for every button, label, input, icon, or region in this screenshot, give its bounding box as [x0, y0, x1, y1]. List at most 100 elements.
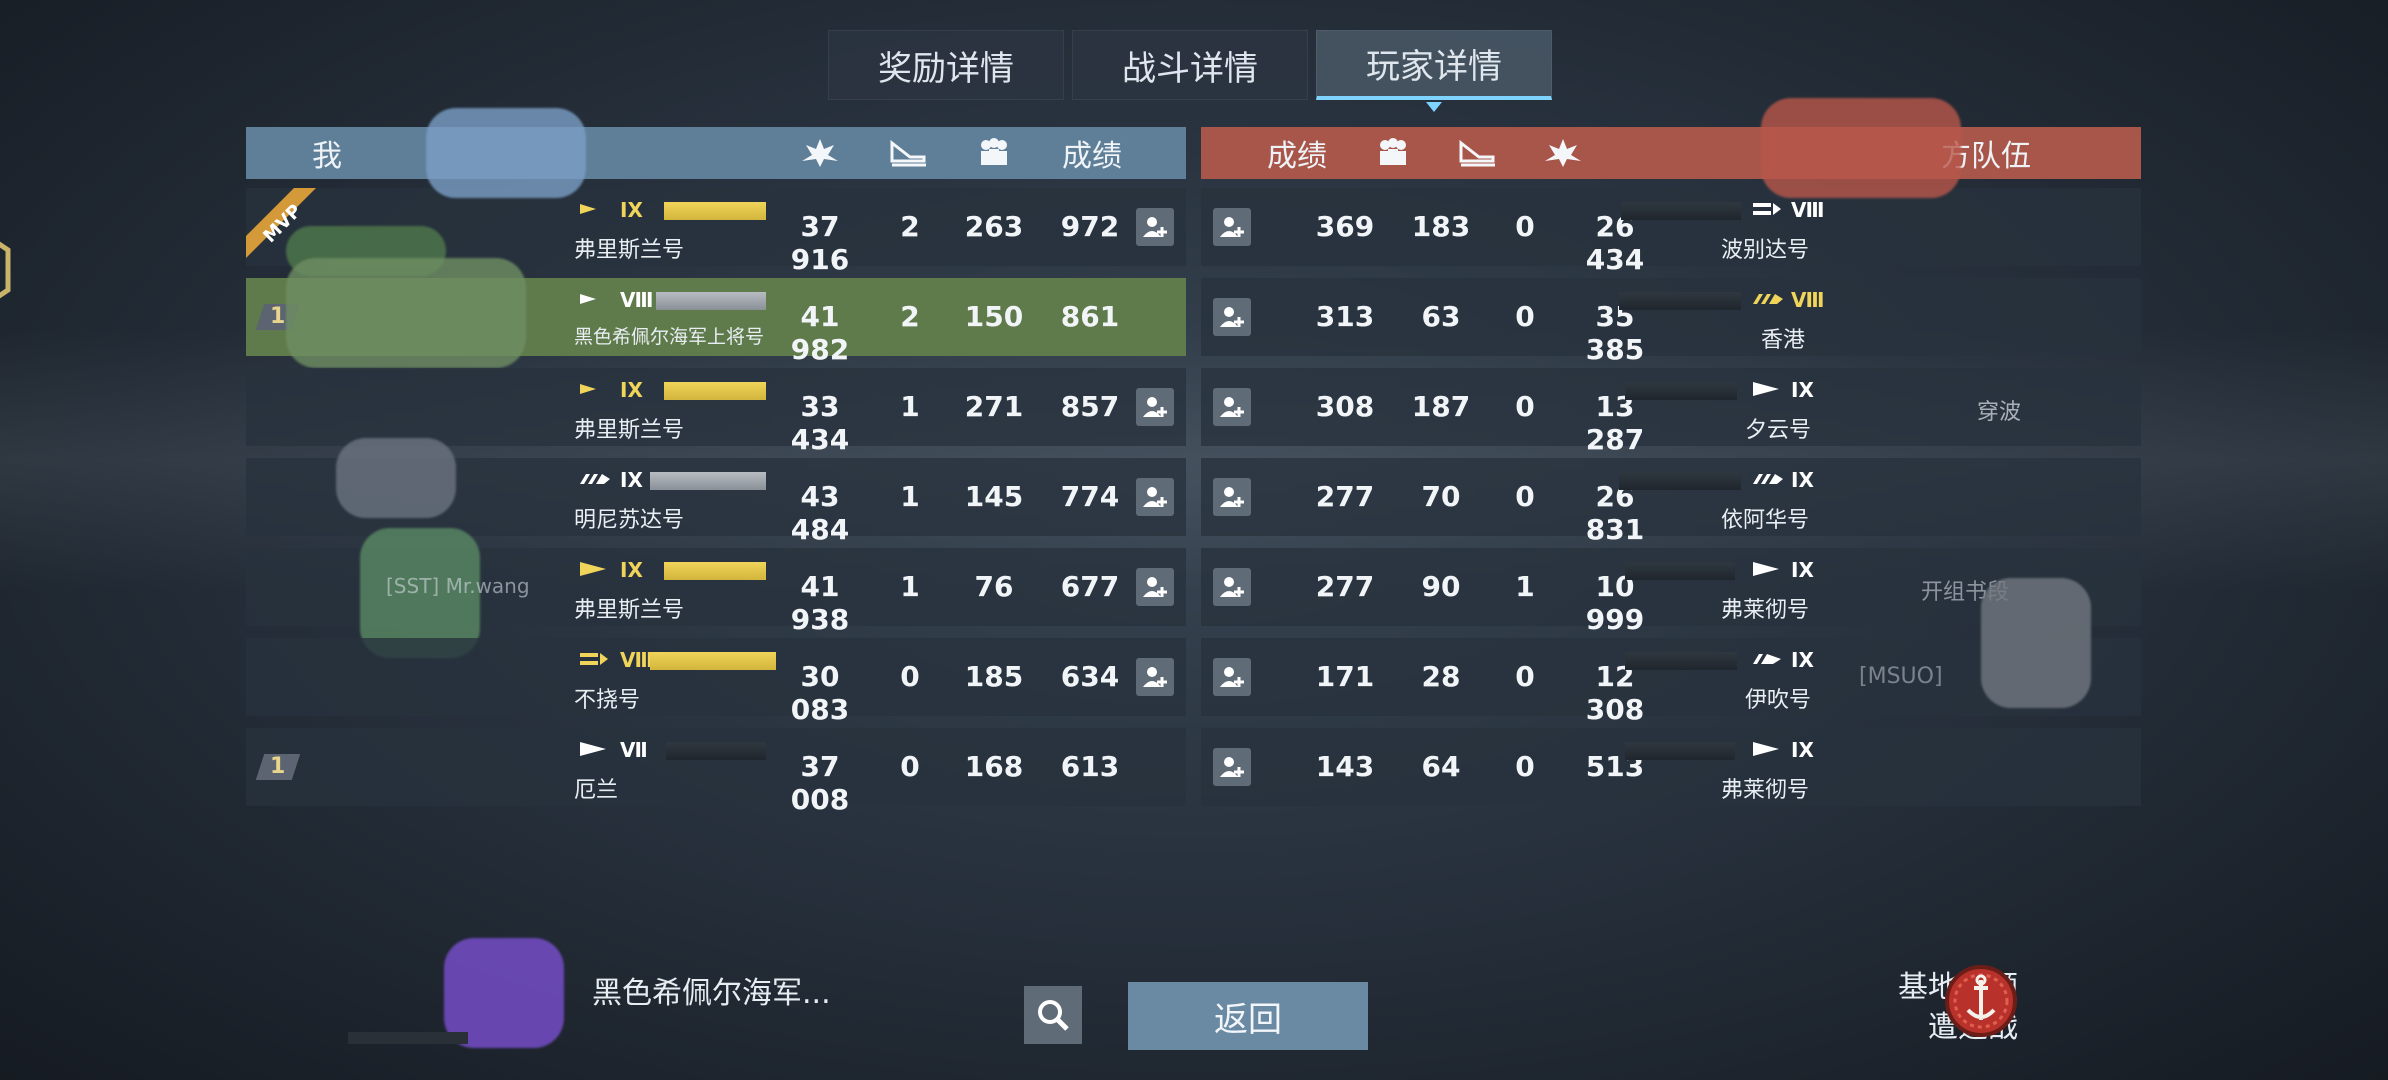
ship-tier: IX	[1791, 738, 1814, 762]
enemy-row[interactable]: 313 63 0 35 385 Ⅷ 香港	[1201, 278, 2141, 366]
add-friend-icon	[1220, 757, 1244, 777]
kills-value: 0	[1515, 480, 1535, 513]
player-name: [MSUO]	[1859, 664, 1943, 689]
ally-row-self[interactable]: 1 Ⅷ 黑色希佩尔海军上将号 41 982 2 150 861	[246, 258, 1186, 368]
ship-name: 弗里斯兰号	[574, 418, 685, 443]
add-friend-button[interactable]	[1213, 478, 1251, 516]
ship-name: 明尼苏达号	[574, 508, 685, 533]
ship-name: 黑色希佩尔海军上将号	[574, 326, 765, 348]
add-friend-icon	[1143, 217, 1167, 237]
ship-name: 依阿华号	[1721, 508, 1810, 533]
add-friend-button[interactable]	[1136, 388, 1174, 426]
ship-tier: IX	[620, 468, 643, 492]
ally-row[interactable]: IX 弗里斯兰号 33 434 1 271 857	[246, 368, 1186, 456]
add-friend-button[interactable]	[1136, 478, 1174, 516]
score-value: 774	[1060, 480, 1120, 513]
tab-rewards[interactable]: 奖励详情	[828, 30, 1064, 100]
damage-value: 41 982	[790, 300, 850, 366]
ship-tier: IX	[1791, 378, 1814, 402]
assists-value: 185	[964, 660, 1024, 693]
ship-tier: Ⅶ	[620, 738, 648, 762]
ship-name: 弗莱彻号	[1721, 598, 1810, 623]
enemy-row[interactable]: 143 64 0 513 IX 弗莱彻号	[1201, 728, 2141, 806]
add-friend-button[interactable]	[1136, 568, 1174, 606]
score-value: 143	[1315, 750, 1375, 783]
add-friend-button[interactable]	[1213, 658, 1251, 696]
assists-icon	[1380, 138, 1406, 165]
ship-silhouette	[666, 742, 766, 760]
ship-name: 弗莱彻号	[1721, 778, 1810, 803]
ally-team-header: 我 成绩	[246, 127, 1186, 179]
ally-row[interactable]: Ⅷ 不挠号 30 083 0 185 634	[246, 638, 1186, 726]
ally-row[interactable]: MVP IX 弗里斯兰号 37 916 2 263 972	[246, 108, 1186, 276]
battleship-class-icon	[580, 474, 610, 484]
search-button[interactable]	[1024, 986, 1082, 1044]
tab-battle[interactable]: 战斗详情	[1072, 30, 1308, 100]
add-friend-icon	[1143, 397, 1167, 417]
add-friend-button[interactable]	[1136, 658, 1174, 696]
ally-row[interactable]: [SST] Mr.wang IX 弗里斯兰号 41 938 1 76 677	[246, 528, 1186, 658]
ship-tier: Ⅷ	[1791, 198, 1825, 222]
add-friend-button[interactable]	[1213, 388, 1251, 426]
ally-row[interactable]: 1 Ⅶ 厄兰 37 008 0 168 613	[246, 728, 1186, 816]
assists-value: 271	[964, 390, 1024, 423]
add-friend-icon	[1220, 487, 1244, 507]
score-value: 857	[1060, 390, 1120, 423]
ship-tier: Ⅷ	[1791, 288, 1825, 312]
ally-row[interactable]: IX 明尼苏达号 43 484 1 145 774	[246, 438, 1186, 546]
kills-icon	[890, 139, 926, 167]
name-scribble	[1761, 98, 1961, 198]
kills-icon	[1459, 139, 1495, 167]
ship-silhouette	[348, 1032, 468, 1044]
kills-value: 0	[1515, 300, 1535, 333]
enemy-row[interactable]: 308 187 0 13 287 IX 夕云号 穿波	[1201, 368, 2141, 456]
cruiser-class-icon	[580, 562, 606, 576]
battleship-class-icon	[1753, 294, 1783, 304]
damage-value: 30 083	[790, 660, 850, 726]
enemy-score-header: 成绩	[1267, 139, 1327, 174]
assists-value: 76	[974, 570, 1014, 603]
score-value: 171	[1315, 660, 1375, 693]
name-scribble	[286, 258, 526, 368]
assists-value: 150	[964, 300, 1024, 333]
ship-silhouette	[650, 472, 766, 490]
add-friend-button[interactable]	[1136, 208, 1174, 246]
enemy-row[interactable]: 277 70 0 26 831 IX 依阿华号	[1201, 458, 2141, 546]
score-value: 613	[1060, 750, 1120, 783]
damage-value: 41 938	[790, 570, 850, 636]
score-value: 861	[1060, 300, 1120, 333]
add-friend-button[interactable]	[1213, 748, 1251, 786]
name-scribble	[1981, 578, 2091, 708]
mode-anchor-icon	[1945, 965, 2017, 1037]
damage-value: 33 434	[790, 390, 850, 456]
add-friend-button[interactable]	[1213, 208, 1251, 246]
add-friend-button[interactable]	[1213, 568, 1251, 606]
ship-tier: Ⅷ	[620, 288, 654, 312]
self-ship-name: 黑色希佩尔海军...	[592, 976, 831, 1011]
destroyer-class-icon	[1753, 562, 1779, 576]
ship-silhouette	[656, 292, 766, 310]
ship-name: 夕云号	[1745, 418, 1812, 443]
assists-icon	[981, 138, 1007, 165]
ship-silhouette	[664, 202, 766, 220]
kills-value: 0	[1515, 210, 1535, 243]
ship-tier: IX	[1791, 648, 1814, 672]
tab-players[interactable]: 玩家详情	[1316, 30, 1552, 112]
cruiser-class-icon	[1753, 654, 1781, 664]
side-panel-handle[interactable]	[0, 220, 14, 320]
add-friend-icon	[1220, 307, 1244, 327]
enemy-row[interactable]: 171 28 0 12 308 IX 伊吹号 [MSUO]	[1201, 578, 2141, 726]
cruiser-class-icon	[580, 204, 596, 214]
ship-silhouette	[1621, 202, 1741, 220]
kills-value: 1	[1515, 570, 1535, 603]
add-friend-button[interactable]	[1213, 298, 1251, 336]
ship-tier: IX	[620, 198, 643, 222]
ship-silhouette	[1619, 292, 1741, 310]
score-value: 277	[1315, 570, 1375, 603]
back-button[interactable]: 返回	[1128, 982, 1368, 1050]
enemy-row[interactable]: 369 183 0 26 434 Ⅷ 波别达号	[1201, 98, 2141, 276]
ship-name: 波别达号	[1721, 238, 1810, 263]
name-scribble	[426, 108, 586, 198]
add-friend-icon	[1143, 487, 1167, 507]
score-value: 308	[1315, 390, 1375, 423]
